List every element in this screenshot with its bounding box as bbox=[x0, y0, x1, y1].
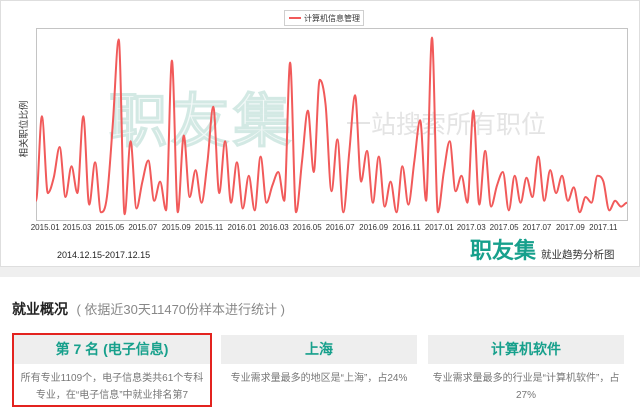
x-tick-label: 2017.01 bbox=[425, 223, 454, 232]
overview-title: 就业概况 bbox=[12, 301, 68, 317]
x-tick-label: 2016.01 bbox=[228, 223, 257, 232]
card-heading[interactable]: 第 7 名 (电子信息) bbox=[14, 335, 210, 364]
overview-header: 就业概况 ( 依据近30天11470份样本进行统计 ) bbox=[12, 300, 285, 319]
brand-logo: 职友集 bbox=[470, 238, 537, 263]
card-text: 专业需求量最多的行业是“计算机软件”，占27% bbox=[432, 373, 620, 401]
trend-chart-panel: 职友集 一站搜索所有职位 2015.01 2015.03 2015.05 2015.0… bbox=[0, 0, 640, 267]
card-heading[interactable]: 上海 bbox=[221, 335, 417, 364]
card-text: 所有专业1109个，电子信息类共61个专科专业，在“电子信息”中就业排名第7 bbox=[20, 373, 204, 401]
brand-caption: 就业趋势分析图 bbox=[541, 249, 615, 261]
x-tick-label: 2016.09 bbox=[359, 223, 388, 232]
watermark-logo: 职友集 bbox=[109, 89, 295, 154]
watermark-slogan: 一站搜索所有职位 bbox=[346, 111, 546, 139]
overview-cards: 第 7 名 (电子信息) 所有专业1109个，电子信息类共61个专科专业，在“电… bbox=[12, 333, 626, 407]
legend-label: 计算机信息管理 bbox=[304, 13, 360, 23]
card-heading[interactable]: 计算机软件 bbox=[428, 335, 624, 364]
x-tick-label: 2016.05 bbox=[293, 223, 322, 232]
x-tick-label: 2015.11 bbox=[195, 223, 224, 232]
x-tick-label: 2015.05 bbox=[95, 223, 124, 232]
overview-card-industry[interactable]: 计算机软件 专业需求量最多的行业是“计算机软件”，占27% bbox=[426, 333, 626, 407]
employment-overview: 就业概况 ( 依据近30天11470份样本进行统计 ) 第 7 名 (电子信息)… bbox=[0, 277, 640, 409]
overview-sample-note: ( 依据近30天11470份样本进行统计 ) bbox=[76, 302, 285, 317]
date-range: 2014.12.15-2017.12.15 bbox=[57, 250, 151, 260]
card-text: 专业需求量最多的地区是“上海”，占24% bbox=[230, 373, 408, 384]
x-tick-label: 2016.07 bbox=[326, 223, 355, 232]
overview-card-rank[interactable]: 第 7 名 (电子信息) 所有专业1109个，电子信息类共61个专科专业，在“电… bbox=[12, 333, 212, 407]
x-tick-label: 2015.03 bbox=[63, 223, 92, 232]
x-tick-label: 2017.11 bbox=[589, 223, 618, 232]
legend: 计算机信息管理 bbox=[284, 10, 364, 26]
x-axis: 2015.01 2015.03 2015.05 2015.07 2015.09 2015.… bbox=[31, 223, 618, 232]
x-tick-label: 2017.09 bbox=[556, 223, 585, 232]
x-tick-label: 2015.07 bbox=[128, 223, 157, 232]
y-axis-label: 相关职位比例 bbox=[18, 100, 30, 157]
overview-card-region[interactable]: 上海 专业需求量最多的地区是“上海”，占24% bbox=[219, 333, 419, 407]
x-tick-label: 2015.09 bbox=[162, 223, 191, 232]
x-tick-label: 2017.07 bbox=[522, 223, 551, 232]
x-tick-label: 2016.03 bbox=[260, 223, 289, 232]
x-tick-label: 2015.01 bbox=[31, 223, 60, 232]
x-tick-label: 2016.11 bbox=[392, 223, 421, 232]
x-tick-label: 2017.03 bbox=[457, 223, 486, 232]
trend-chart: 职友集 一站搜索所有职位 2015.01 2015.03 2015.05 2015.0… bbox=[18, 10, 628, 232]
x-tick-label: 2017.05 bbox=[490, 223, 519, 232]
brand: 职友集 就业趋势分析图 bbox=[470, 233, 615, 265]
